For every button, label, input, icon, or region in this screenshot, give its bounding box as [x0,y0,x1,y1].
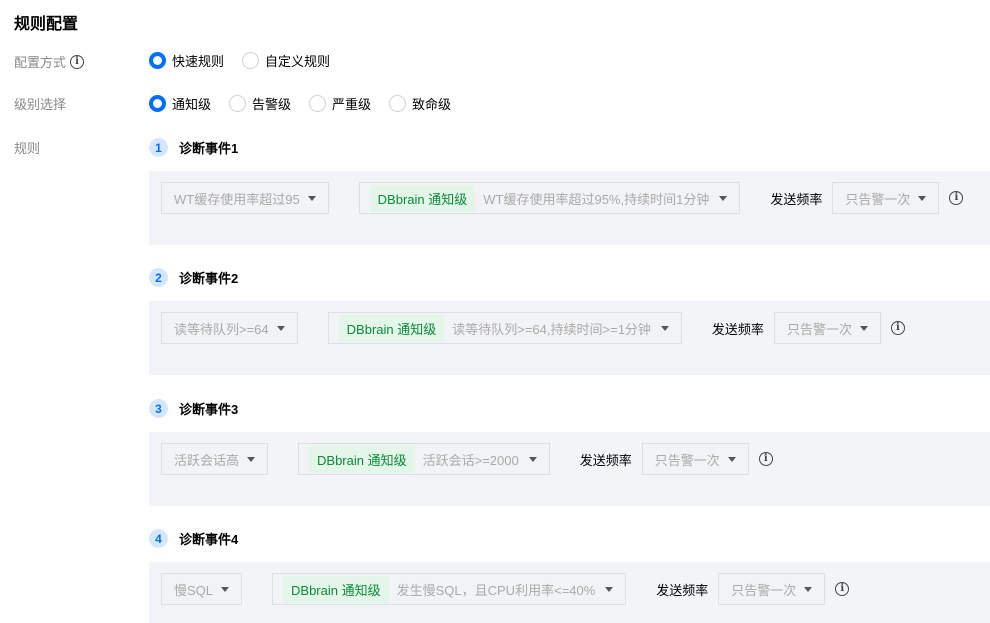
event-number-badge: 1 [149,138,168,157]
alert-description: 活跃会话>=2000 [422,452,519,468]
radio-level-serious[interactable]: 严重级 [309,94,371,113]
level-radio-group: 通知级 告警级 严重级 致命级 [149,94,469,113]
frequency-select[interactable]: 只告警一次 [718,573,826,605]
event-panel-4: 慢SQL DBbrain 通知级 发生慢SQL，且CPU利用率<=40% 发送频… [149,562,990,623]
caret-down-icon [918,195,927,201]
alert-description: WT缓存使用率超过95%,持续时间1分钟 [483,191,710,207]
config-mode-radio-group: 快速规则 自定义规则 [149,51,348,70]
event-panel-1: WT缓存使用率超过95 DBbrain 通知级 WT缓存使用率超过95%,持续时… [149,171,990,245]
frequency-label: 发送频率 [656,582,709,598]
radio-unchecked-icon [242,52,260,69]
info-icon[interactable]: i [758,452,773,466]
caret-down-icon [727,456,736,462]
radio-level-notice[interactable]: 通知级 [149,94,211,113]
config-mode-label: 配置方式 i [14,52,85,71]
info-icon[interactable]: i [70,54,85,69]
event-row-1: WT缓存使用率超过95 DBbrain 通知级 WT缓存使用率超过95%,持续时… [161,182,964,214]
level-badge: DBbrain 通知级 [338,314,445,342]
metric-select[interactable]: WT缓存使用率超过95 [161,182,329,214]
level-select-label-text: 级别选择 [14,97,67,112]
event-number-badge: 4 [149,529,168,548]
alert-template-select[interactable]: DBbrain 通知级 读等待队列>=64,持续时间>=1分钟 [327,312,682,344]
caret-down-icon [804,586,813,592]
event-row-4: 慢SQL DBbrain 通知级 发生慢SQL，且CPU利用率<=40% 发送频… [161,573,850,605]
info-icon[interactable]: i [949,191,964,205]
radio-checked-icon [149,52,166,69]
event-title: 诊断事件3 [179,402,239,417]
caret-down-icon [276,325,285,331]
radio-unchecked-icon [389,95,407,112]
event-header-2: 2 诊断事件2 [149,268,238,287]
metric-select[interactable]: 活跃会话高 [161,443,269,475]
config-mode-label-text: 配置方式 [14,55,67,70]
frequency-label: 发送频率 [579,452,632,468]
radio-checked-icon [149,95,166,112]
level-badge: DBbrain 通知级 [369,184,476,212]
caret-down-icon [605,586,614,592]
info-icon[interactable]: i [890,321,905,335]
alert-template-select[interactable]: DBbrain 通知级 发生慢SQL，且CPU利用率<=40% [272,573,627,605]
alert-description: 读等待队列>=64,持续时间>=1分钟 [452,321,651,337]
metric-select[interactable]: 慢SQL [161,573,243,605]
info-icon[interactable]: i [835,582,850,596]
frequency-select[interactable]: 只告警一次 [832,182,940,214]
frequency-label: 发送频率 [711,321,764,337]
caret-down-icon [660,325,669,331]
level-select-label: 级别选择 [14,94,66,113]
event-header-3: 3 诊断事件3 [149,399,238,418]
caret-down-icon [307,195,316,201]
radio-level-fatal[interactable]: 致命级 [389,94,451,113]
rules-label-text: 规则 [14,141,41,156]
caret-down-icon [247,456,256,462]
event-row-2: 读等待队列>=64 DBbrain 通知级 读等待队列>=64,持续时间>=1分… [161,312,905,344]
caret-down-icon [528,456,537,462]
radio-unchecked-icon [229,95,247,112]
frequency-select[interactable]: 只告警一次 [641,443,749,475]
event-number-badge: 2 [149,268,168,287]
event-title: 诊断事件2 [179,271,239,286]
radio-level-warning[interactable]: 告警级 [229,94,291,113]
caret-down-icon [221,586,230,592]
radio-unchecked-icon [309,95,327,112]
event-title: 诊断事件4 [179,532,239,547]
alert-template-select[interactable]: DBbrain 通知级 WT缓存使用率超过95%,持续时间1分钟 [358,182,741,214]
event-panel-3: 活跃会话高 DBbrain 通知级 活跃会话>=2000 发送频率 只告警一次 … [149,432,990,506]
event-panel-2: 读等待队列>=64 DBbrain 通知级 读等待队列>=64,持续时间>=1分… [149,301,990,375]
level-badge: DBbrain 通知级 [309,445,415,473]
page-title: 规则配置 [14,16,79,33]
event-row-3: 活跃会话高 DBbrain 通知级 活跃会话>=2000 发送频率 只告警一次 … [161,443,773,475]
frequency-label: 发送频率 [770,191,823,207]
alert-template-select[interactable]: DBbrain 通知级 活跃会话>=2000 [298,443,550,475]
radio-quick-rule[interactable]: 快速规则 [149,51,224,70]
event-number-badge: 3 [149,399,168,418]
caret-down-icon [719,195,728,201]
metric-select[interactable]: 读等待队列>=64 [161,312,298,344]
level-badge: DBbrain 通知级 [283,575,389,603]
event-header-4: 4 诊断事件4 [149,529,238,548]
caret-down-icon [859,325,868,331]
event-header-1: 1 诊断事件1 [149,138,238,157]
event-title: 诊断事件1 [179,141,239,156]
frequency-select[interactable]: 只告警一次 [773,312,881,344]
radio-custom-rule[interactable]: 自定义规则 [242,51,330,70]
rules-label: 规则 [14,138,40,157]
alert-description: 发生慢SQL，且CPU利用率<=40% [396,582,596,598]
